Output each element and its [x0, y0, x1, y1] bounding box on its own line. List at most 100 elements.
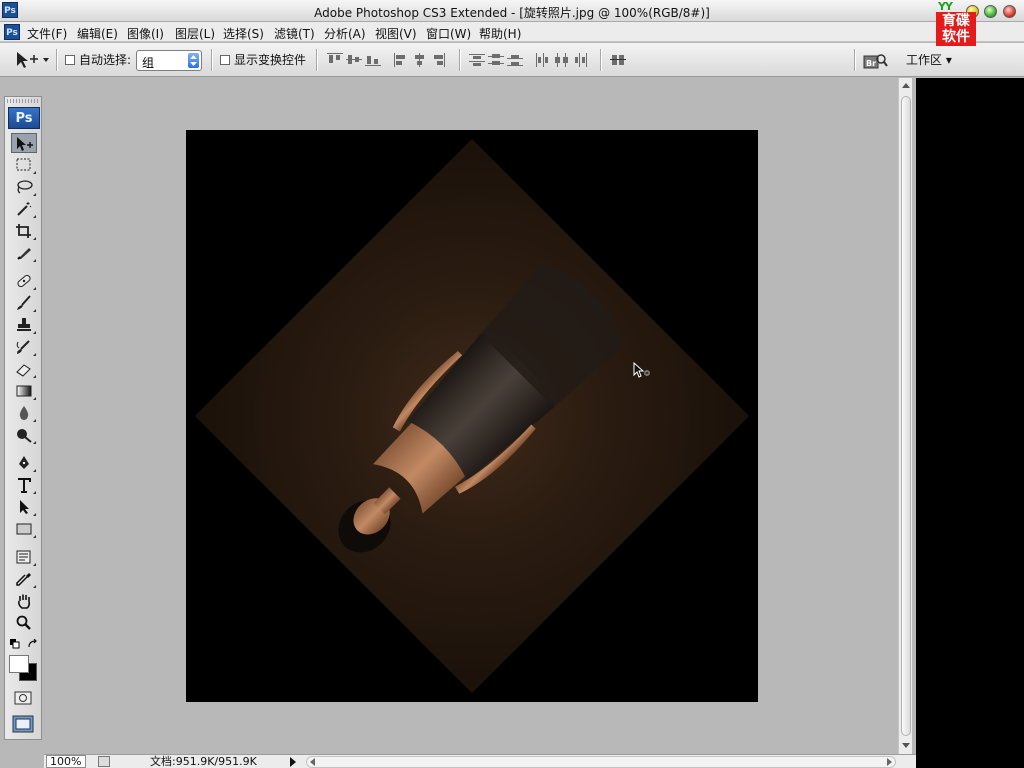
menu-file[interactable]: 文件(F) [27, 25, 67, 42]
crop-tool[interactable] [11, 221, 37, 241]
options-separator [316, 49, 317, 71]
stamp-icon [17, 318, 31, 331]
dodge-icon [17, 429, 32, 443]
quick-mask-icon[interactable] [14, 691, 32, 705]
lasso-tool[interactable] [11, 177, 37, 197]
menu-image[interactable]: 图像(I) [127, 25, 164, 42]
crop-icon [16, 224, 31, 238]
bridge-button[interactable]: Br [862, 51, 888, 71]
document-canvas[interactable] [186, 130, 758, 702]
slice-knife-icon [17, 248, 31, 260]
close-button[interactable] [1003, 5, 1016, 18]
status-bar: 100% 文档:951.9K/951.9K [44, 754, 916, 768]
foreground-color-swatch[interactable] [9, 655, 29, 673]
path-selection-tool[interactable] [11, 497, 37, 517]
vertical-scroll-thumb[interactable] [901, 96, 911, 736]
pen-tool[interactable] [11, 453, 37, 473]
auto-select-label: 自动选择: [79, 53, 132, 67]
history-brush-icon [16, 340, 30, 354]
screen-mode-icon[interactable] [12, 715, 34, 733]
brand-top: YY [938, 0, 953, 13]
align-hcenter-icon[interactable] [412, 53, 428, 67]
eraser-tool[interactable] [11, 359, 37, 379]
zoom-tool[interactable] [11, 613, 37, 633]
hand-icon [18, 594, 31, 609]
zoom-field[interactable]: 100% [46, 755, 86, 768]
distribute-right-icon[interactable] [573, 53, 589, 67]
brand-line1: 育碟 [942, 13, 970, 29]
dodge-tool[interactable] [11, 425, 37, 445]
history-brush-tool[interactable] [11, 337, 37, 357]
gradient-icon [16, 385, 32, 397]
dropdown-arrows-icon [188, 53, 199, 68]
type-tool[interactable] [11, 475, 37, 495]
distribute-bottom-icon[interactable] [507, 53, 523, 67]
status-menu-arrow-icon[interactable] [290, 757, 296, 767]
slice-tool[interactable] [11, 243, 37, 263]
menu-window[interactable]: 窗口(W) [426, 25, 471, 42]
auto-select-checkbox[interactable] [65, 55, 75, 65]
align-right-icon[interactable] [431, 53, 447, 67]
align-vcenter-icon[interactable] [346, 53, 362, 67]
menu-filter[interactable]: 滤镜(T) [274, 25, 315, 42]
document-icon[interactable]: Ps [4, 24, 20, 40]
magic-wand-icon [17, 202, 32, 216]
distribute-top-icon[interactable] [469, 53, 485, 67]
ps-badge[interactable]: Ps [8, 107, 40, 129]
move-tool[interactable] [11, 133, 37, 153]
auto-align-layers-icon[interactable] [610, 53, 626, 67]
align-left-icon[interactable] [393, 53, 409, 67]
panel-grip[interactable] [7, 99, 39, 103]
clone-stamp-tool[interactable] [11, 315, 37, 335]
brush-tool[interactable] [11, 293, 37, 313]
menu-select[interactable]: 选择(S) [223, 25, 264, 42]
rectangle-shape-icon [16, 523, 32, 535]
hand-tool[interactable] [11, 591, 37, 611]
brand-line2: 软件 [942, 29, 970, 45]
status-info-icon[interactable] [98, 756, 110, 767]
scroll-right-icon[interactable] [885, 758, 893, 766]
path-select-arrow-icon [20, 500, 29, 514]
swap-colors-icon[interactable] [27, 639, 39, 649]
photoshop-window: Ps Adobe Photoshop CS3 Extended - [旋转照片.… [0, 0, 1024, 768]
menu-layer[interactable]: 图层(L) [175, 25, 215, 42]
tools-panel: Ps [4, 96, 42, 740]
menu-view[interactable]: 视图(V) [375, 25, 417, 42]
blur-tool[interactable] [11, 403, 37, 423]
show-transform-label: 显示变换控件 [234, 53, 307, 67]
menu-analysis[interactable]: 分析(A) [324, 25, 366, 42]
magic-wand-tool[interactable] [11, 199, 37, 219]
photo-subject [338, 264, 622, 553]
shape-tool[interactable] [11, 519, 37, 539]
distribute-left-icon[interactable] [535, 53, 551, 67]
scroll-up-icon[interactable] [901, 81, 911, 91]
menu-help[interactable]: 帮助(H) [479, 25, 521, 42]
vertical-scrollbar[interactable] [898, 78, 912, 754]
workspace-menu[interactable]: 工作区 ▾ [906, 51, 952, 68]
type-t-icon [18, 478, 31, 493]
auto-select-dropdown[interactable]: 组 [136, 50, 202, 71]
notes-tool[interactable] [11, 547, 37, 567]
show-transform-checkbox[interactable] [220, 55, 230, 65]
distribute-vcenter-icon[interactable] [488, 53, 504, 67]
align-bottom-icon[interactable] [365, 53, 381, 67]
healing-brush-tool[interactable] [11, 271, 37, 291]
distribute-hcenter-icon[interactable] [554, 53, 570, 67]
zoom-magnifier-icon [16, 615, 31, 630]
gradient-tool[interactable] [11, 381, 37, 401]
menu-edit[interactable]: 编辑(E) [77, 25, 118, 42]
rotated-photo [194, 138, 750, 694]
horizontal-scrollbar[interactable] [306, 756, 896, 768]
scroll-down-icon[interactable] [901, 740, 911, 750]
align-top-icon[interactable] [327, 53, 343, 67]
title-bar: Ps Adobe Photoshop CS3 Extended - [旋转照片.… [0, 0, 1024, 22]
marquee-tool[interactable] [11, 155, 37, 175]
default-colors-icon[interactable] [10, 639, 20, 649]
options-separator [211, 49, 212, 71]
move-cursor-icon [633, 362, 650, 378]
pen-nib-icon [19, 456, 29, 469]
scroll-left-icon[interactable] [309, 758, 317, 766]
tool-preset-picker[interactable] [14, 50, 50, 70]
maximize-button[interactable] [984, 5, 997, 18]
eyedropper-tool[interactable] [11, 569, 37, 589]
